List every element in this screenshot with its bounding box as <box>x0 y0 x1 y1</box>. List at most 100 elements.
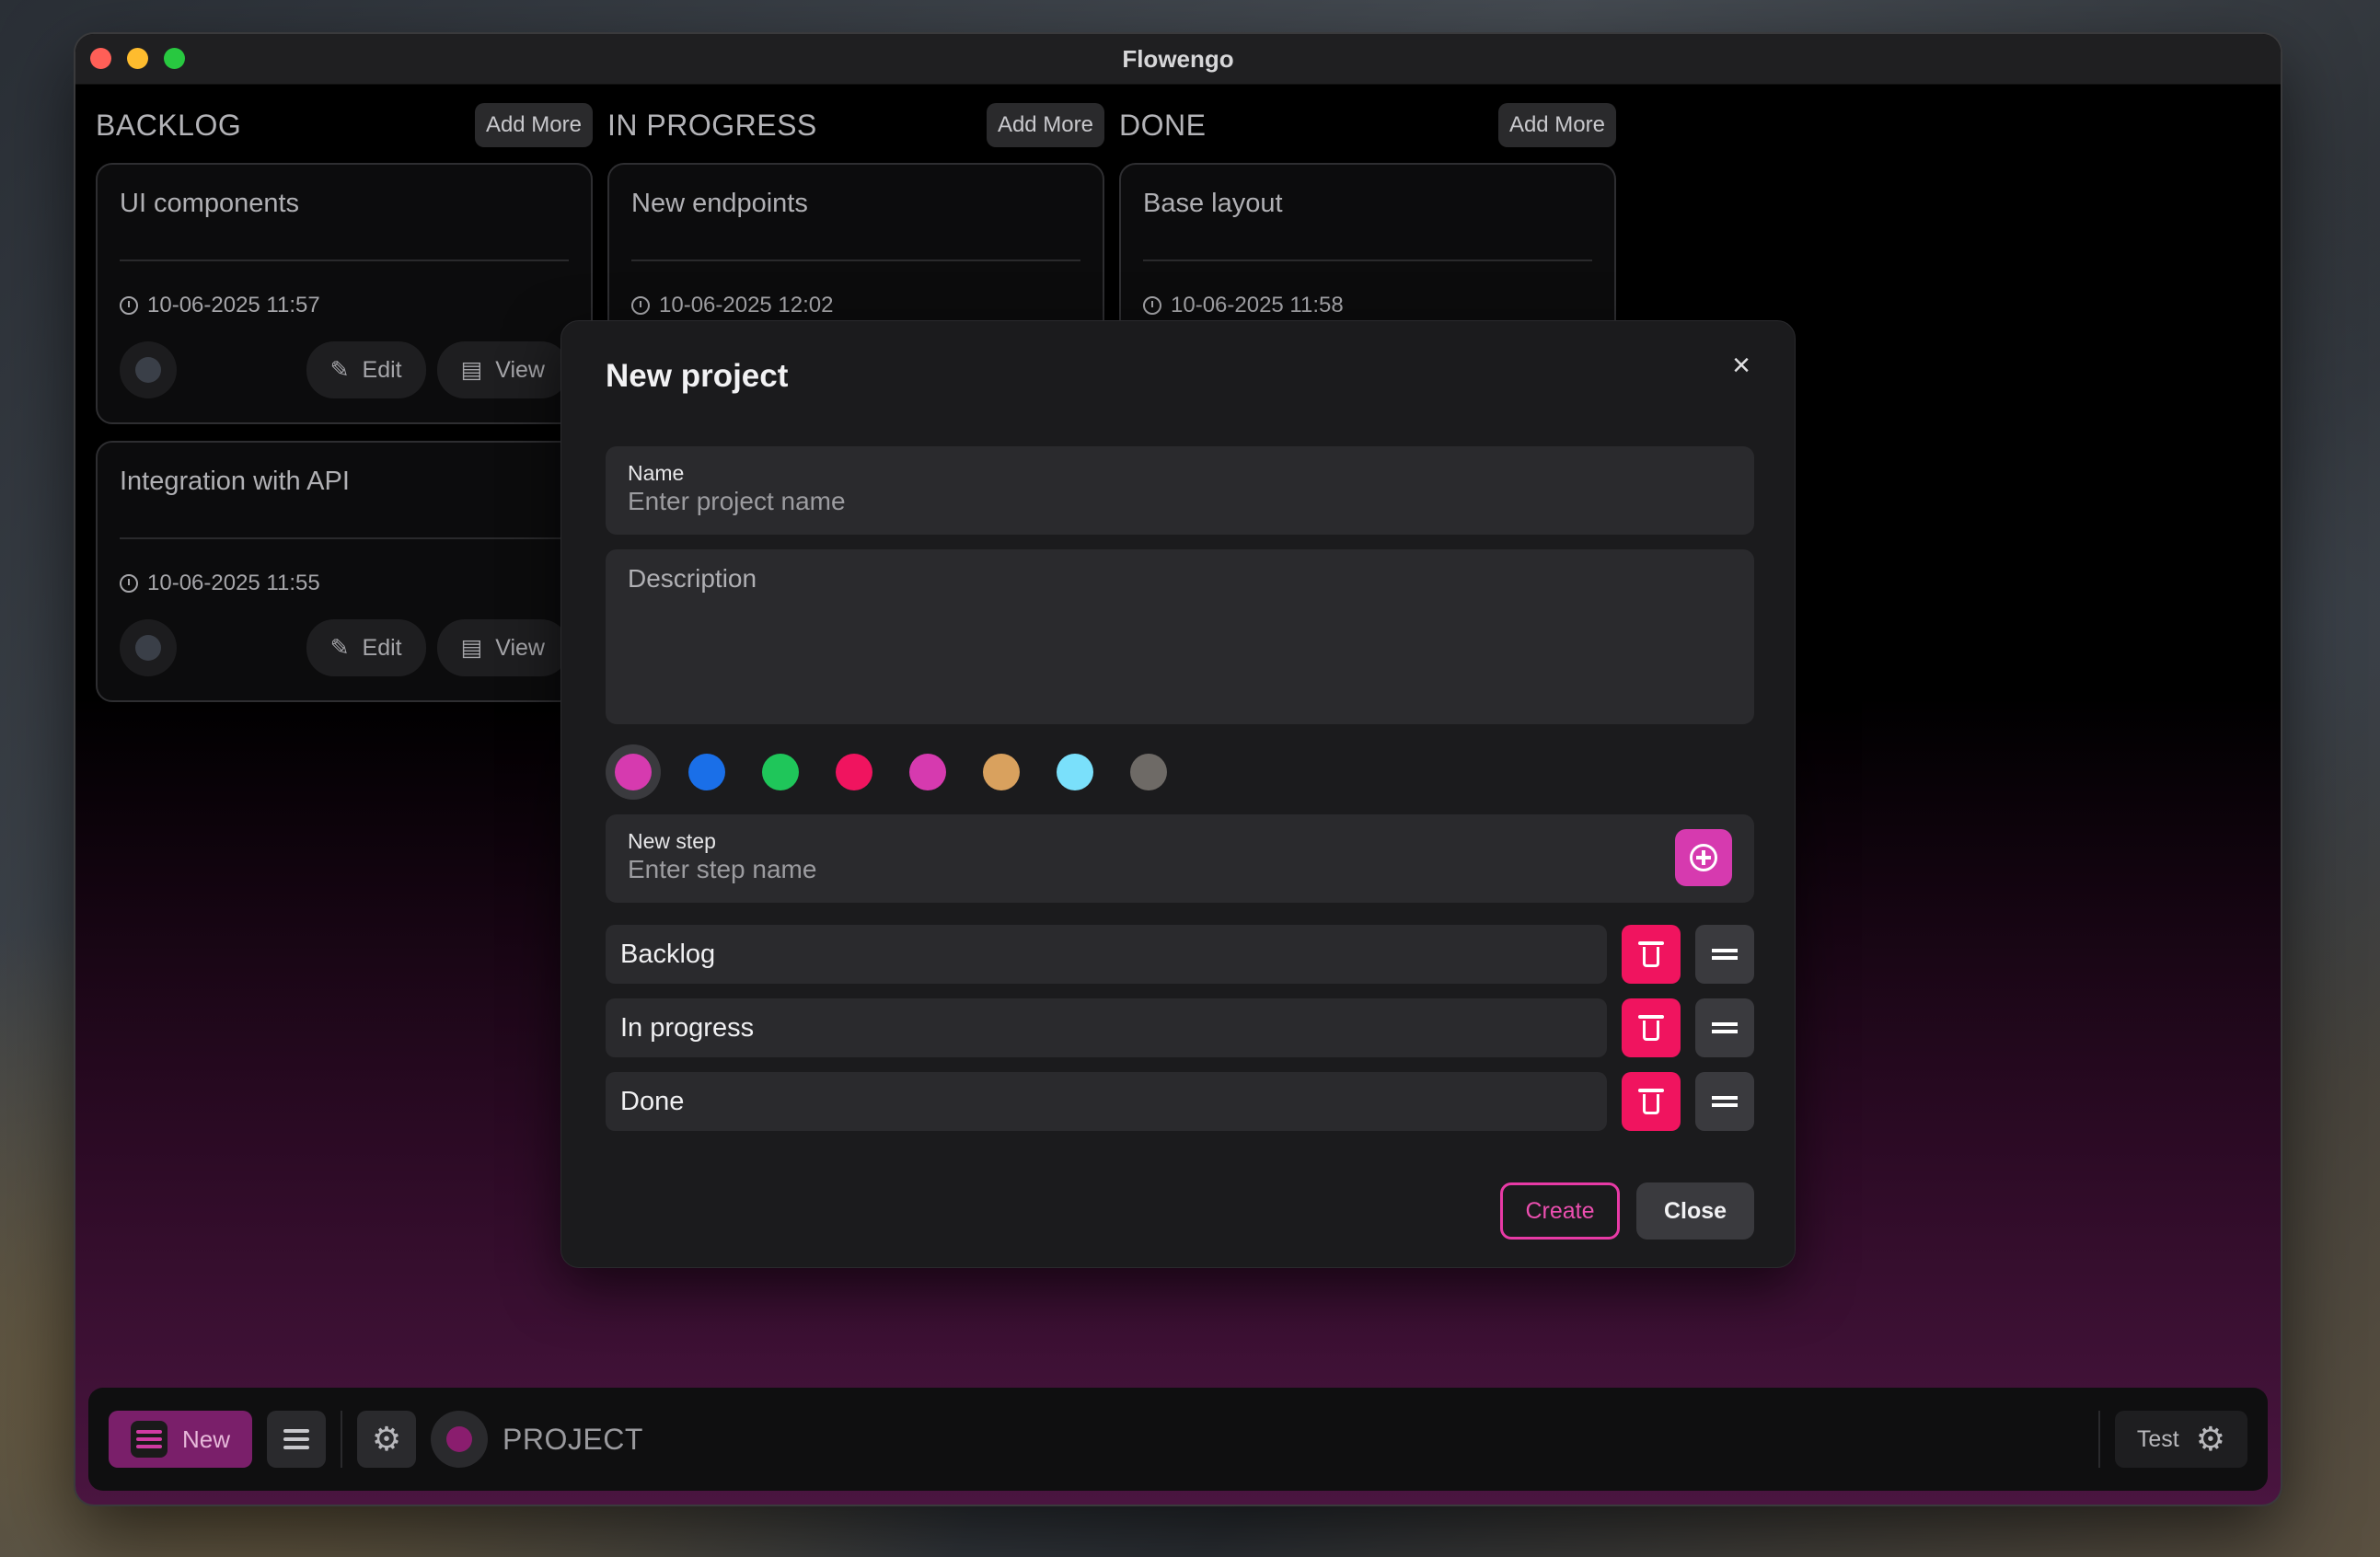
card-date: 10-06-2025 11:55 <box>120 571 569 596</box>
view-button[interactable]: ▤ View <box>436 341 569 398</box>
close-button[interactable]: Close <box>1636 1182 1754 1240</box>
card-title: UI components <box>120 189 300 218</box>
card-title: Integration with API <box>120 467 350 496</box>
delete-step-button[interactable] <box>1622 998 1681 1057</box>
color-picker <box>606 744 1176 800</box>
clock-icon <box>631 296 650 315</box>
new-step-field[interactable]: New step <box>606 814 1754 903</box>
step-name[interactable]: Backlog <box>606 925 1608 984</box>
add-step-button[interactable] <box>1675 829 1732 886</box>
color-swatch[interactable] <box>679 744 734 800</box>
edit-button[interactable]: ✎ Edit <box>306 619 426 676</box>
window-title: Flowengo <box>1122 44 1234 73</box>
clock-icon <box>120 296 138 315</box>
document-icon: ▤ <box>460 357 483 383</box>
card-date-text: 10-06-2025 12:02 <box>659 293 834 317</box>
card-date: 10-06-2025 11:57 <box>120 293 569 318</box>
new-label: New <box>182 1424 231 1453</box>
column-title: BACKLOG <box>96 108 242 142</box>
step-name[interactable]: Done <box>606 1072 1608 1131</box>
delete-step-button[interactable] <box>1622 925 1681 984</box>
new-project-button[interactable]: New <box>109 1411 253 1468</box>
drag-handle[interactable] <box>1695 925 1754 984</box>
titlebar: Flowengo <box>75 34 2281 85</box>
color-swatch[interactable] <box>1121 744 1176 800</box>
avatar[interactable] <box>120 341 177 398</box>
document-icon: ▤ <box>460 635 483 661</box>
card-title: New endpoints <box>631 189 808 218</box>
add-more-button[interactable]: Add More <box>1497 103 1616 147</box>
trash-icon <box>1638 941 1665 967</box>
project-name-input[interactable] <box>628 487 1548 516</box>
card-divider <box>631 260 1080 261</box>
project-name-field[interactable]: Name <box>606 446 1754 535</box>
step-name[interactable]: In progress <box>606 998 1608 1057</box>
color-swatch-dot <box>983 754 1020 790</box>
add-more-button[interactable]: Add More <box>474 103 593 147</box>
delete-step-button[interactable] <box>1622 1072 1681 1131</box>
drag-handle[interactable] <box>1695 1072 1754 1131</box>
window-controls <box>90 48 185 69</box>
color-swatch[interactable] <box>1047 744 1103 800</box>
test-label: Test <box>2136 1425 2179 1452</box>
description-field[interactable] <box>606 549 1754 724</box>
card-date-text: 10-06-2025 11:58 <box>1171 293 1344 317</box>
task-card[interactable]: UI components 10-06-2025 11:57 ✎ Edit ▤ … <box>96 163 593 424</box>
project-label: PROJECT <box>503 1422 643 1456</box>
pencil-icon: ✎ <box>329 635 350 661</box>
minimize-window-button[interactable] <box>127 48 148 69</box>
bottom-toolbar: New ⚙ PROJECT Test ⚙ <box>88 1388 2268 1491</box>
color-swatch[interactable] <box>606 744 661 800</box>
trash-icon <box>1638 1015 1665 1041</box>
color-swatch[interactable] <box>826 744 882 800</box>
close-window-button[interactable] <box>90 48 111 69</box>
plus-circle-icon <box>1690 844 1717 871</box>
drag-handle[interactable] <box>1695 998 1754 1057</box>
edit-button[interactable]: ✎ Edit <box>306 341 426 398</box>
description-input[interactable] <box>628 564 1732 702</box>
task-card[interactable]: Integration with API 10-06-2025 11:55 ✎ … <box>96 441 593 702</box>
maximize-window-button[interactable] <box>164 48 185 69</box>
avatar[interactable] <box>120 619 177 676</box>
card-date-text: 10-06-2025 11:55 <box>147 571 320 595</box>
hamburger-icon <box>283 1429 310 1449</box>
color-swatch-dot <box>909 754 946 790</box>
step-label: New step <box>628 829 716 853</box>
column-backlog: BACKLOG Add More UI components 10-06-202… <box>96 98 593 702</box>
color-swatch-dot <box>1130 754 1167 790</box>
card-date: 10-06-2025 11:58 <box>1143 293 1592 318</box>
view-label: View <box>495 356 545 383</box>
gear-icon: ⚙ <box>2195 1420 2225 1458</box>
trash-icon <box>1638 1089 1665 1114</box>
gear-icon: ⚙ <box>371 1420 402 1458</box>
close-icon[interactable]: × <box>1723 347 1760 384</box>
drag-handle-icon <box>1712 1022 1739 1033</box>
toolbar-divider <box>2097 1411 2100 1468</box>
step-name-input[interactable] <box>628 855 1548 884</box>
drag-handle-icon <box>1712 1096 1739 1107</box>
card-date: 10-06-2025 12:02 <box>631 293 1080 318</box>
color-swatch[interactable] <box>974 744 1029 800</box>
pencil-icon: ✎ <box>329 357 350 383</box>
color-swatch-dot <box>762 754 799 790</box>
color-swatch-dot <box>836 754 872 790</box>
color-swatch[interactable] <box>753 744 808 800</box>
add-more-button[interactable]: Add More <box>986 103 1104 147</box>
step-row: Backlog <box>606 925 1754 984</box>
card-title: Base layout <box>1143 189 1283 218</box>
color-swatch[interactable] <box>900 744 955 800</box>
view-button[interactable]: ▤ View <box>436 619 569 676</box>
card-divider <box>120 537 569 539</box>
column-title: DONE <box>1119 108 1207 142</box>
menu-button[interactable] <box>267 1411 327 1468</box>
settings-button[interactable]: ⚙ <box>357 1411 417 1468</box>
color-swatch-dot <box>1057 754 1093 790</box>
view-label: View <box>495 634 545 661</box>
test-project-button[interactable]: Test ⚙ <box>2114 1411 2247 1468</box>
app-logo-icon <box>131 1421 168 1458</box>
project-color-button[interactable] <box>431 1411 489 1468</box>
toolbar-divider <box>341 1411 343 1468</box>
create-button[interactable]: Create <box>1500 1182 1620 1240</box>
new-project-dialog: New project × Name New step Backlog In p… <box>560 320 1796 1268</box>
name-label: Name <box>628 461 685 485</box>
